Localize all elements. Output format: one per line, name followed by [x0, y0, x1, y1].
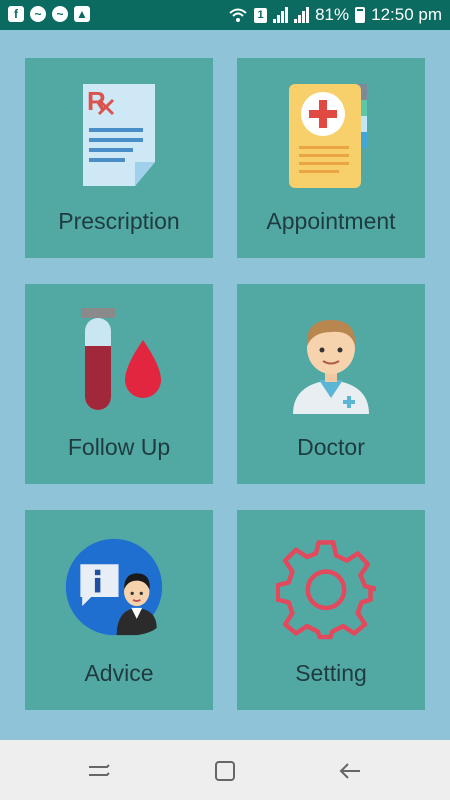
clock: 12:50 pm [371, 5, 442, 24]
appointment-tile[interactable]: Appointment [237, 58, 425, 258]
setting-tile[interactable]: Setting [237, 510, 425, 710]
doctor-label: Doctor [297, 434, 365, 460]
setting-label: Setting [295, 660, 367, 686]
doctor-icon [293, 320, 369, 414]
signal-icon [294, 7, 310, 23]
home-icon[interactable] [212, 758, 238, 784]
wifi-icon [229, 8, 247, 22]
messenger-icon: ~ [30, 6, 46, 22]
doctor-tile[interactable]: Doctor [237, 284, 425, 484]
status-indicators: 1 81% 12:50 pm [228, 5, 442, 25]
sim-badge: 1 [254, 7, 268, 23]
advice-label: Advice [84, 660, 154, 686]
navigation-bar [0, 740, 450, 800]
advice-icon [65, 538, 163, 636]
follow-up-tile[interactable]: Follow Up [25, 284, 213, 484]
facebook-icon: f [8, 6, 24, 22]
status-bar: f ~ ~ ▲ 1 81% 12:50 pm [0, 0, 450, 30]
back-icon[interactable] [338, 758, 364, 784]
follow-up-label: Follow Up [67, 434, 171, 460]
battery-icon [355, 7, 366, 23]
notification-icons: f ~ ~ ▲ [8, 6, 90, 22]
messenger-icon: ~ [52, 6, 68, 22]
appointment-label: Appointment [266, 208, 396, 234]
blood-test-icon [81, 308, 161, 410]
prescription-tile[interactable]: R Prescription [25, 58, 213, 258]
gear-icon [276, 540, 376, 640]
prescription-icon: R [83, 84, 155, 186]
menu-grid: R Prescription Appointment Follow Up Doc… [0, 30, 450, 740]
battery-percent: 81% [315, 5, 350, 24]
gallery-icon: ▲ [74, 6, 90, 22]
prescription-label: Prescription [58, 208, 180, 234]
recent-apps-icon[interactable] [86, 758, 112, 784]
signal-icon [273, 7, 289, 23]
appointment-icon [289, 84, 367, 188]
advice-tile[interactable]: Advice [25, 510, 213, 710]
